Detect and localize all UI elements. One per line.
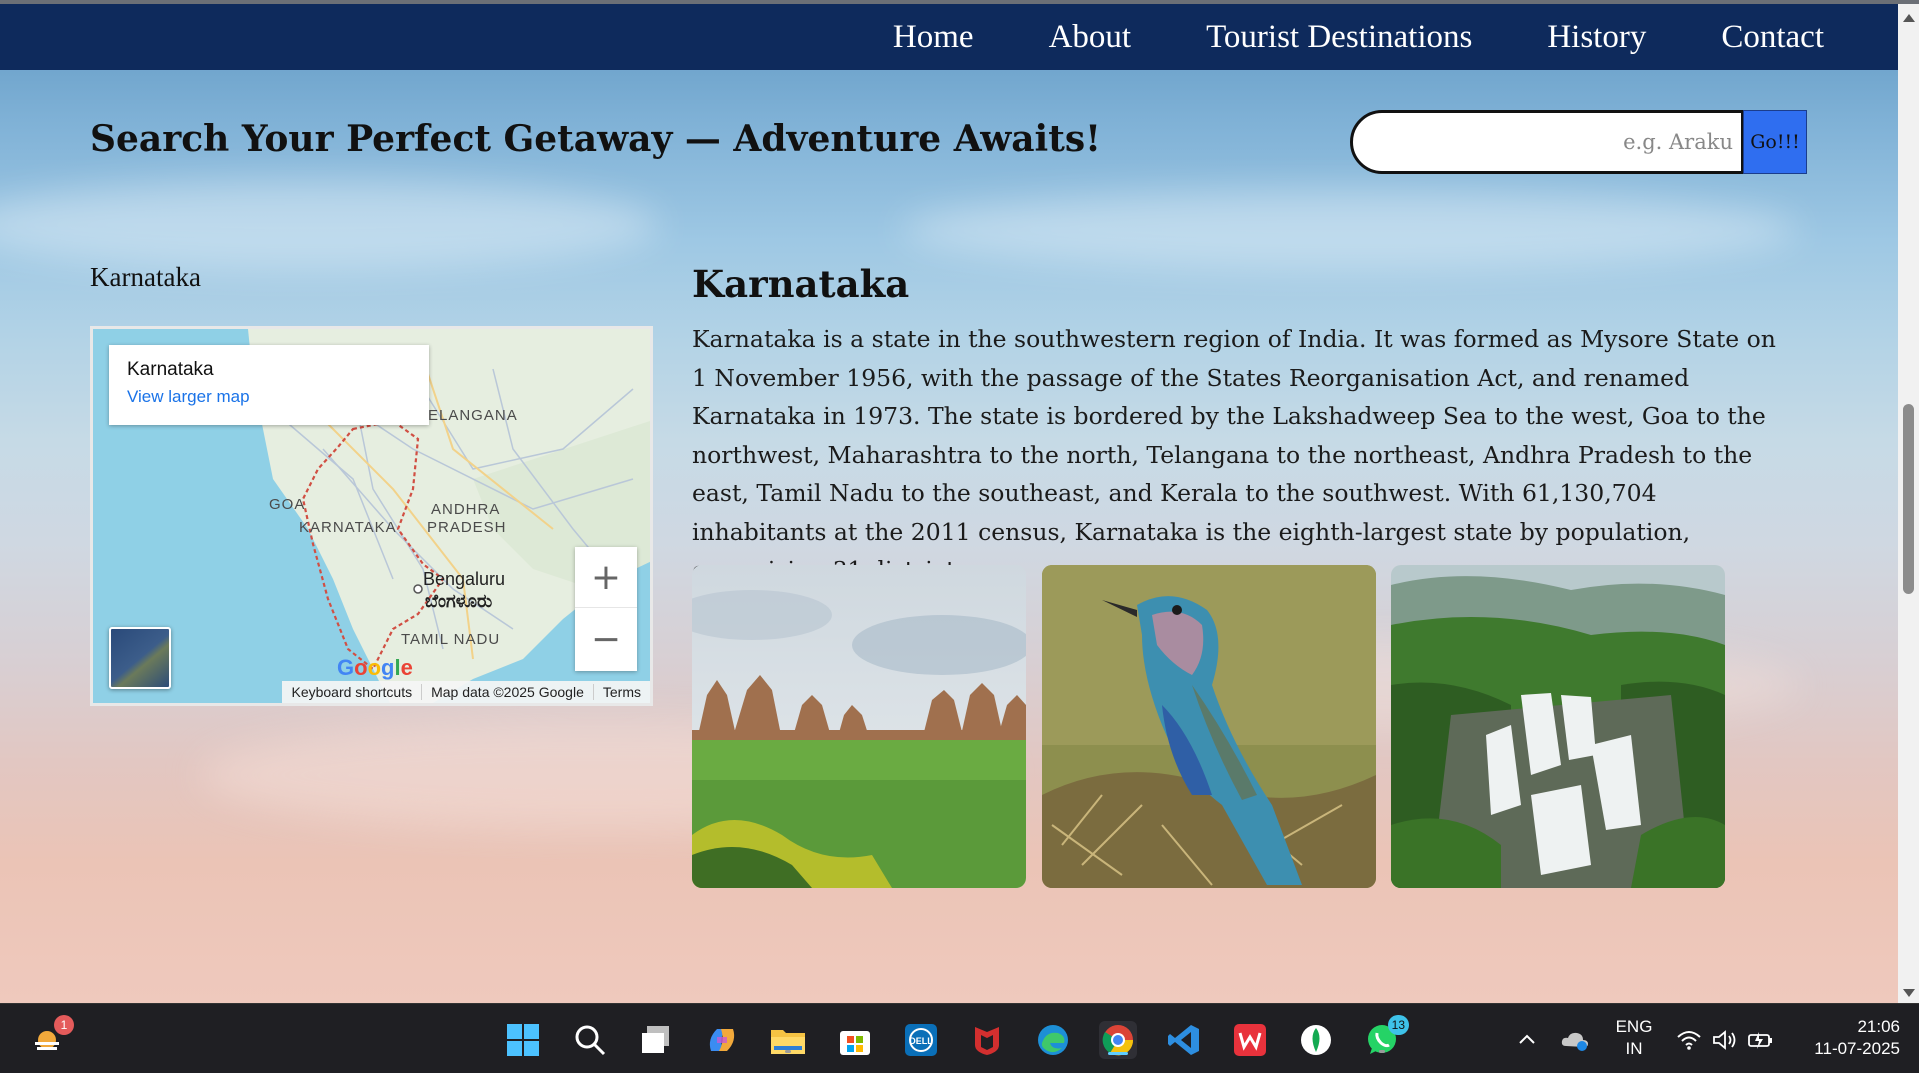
browser-viewport: Home About Tourist Destinations History …: [0, 0, 1919, 1003]
copilot-icon[interactable]: [703, 1021, 741, 1059]
page-scrollbar[interactable]: [1898, 4, 1919, 1003]
language-indicator[interactable]: ENG IN: [1612, 1016, 1656, 1060]
battery-charging-icon[interactable]: [1742, 1021, 1780, 1059]
temples-photo: [692, 565, 1026, 888]
map-label-tamil-nadu: TAMIL NADU: [401, 631, 501, 648]
content-paragraph: Karnataka is a state in the southwestern…: [692, 325, 1776, 584]
clock-date: 11-07-2025: [1814, 1039, 1900, 1058]
terms-link[interactable]: Terms: [592, 684, 650, 700]
scroll-down-arrow-icon[interactable]: [1903, 989, 1915, 997]
wifi-icon[interactable]: [1670, 1021, 1708, 1059]
vscode-icon[interactable]: [1165, 1021, 1203, 1059]
language-line1: ENG: [1615, 1017, 1653, 1036]
map-label-bengaluru-kannada: ಬೆಂಗಳೂರು: [425, 591, 493, 611]
map-info-card: Karnataka View larger map: [109, 345, 429, 425]
task-view-icon[interactable]: [637, 1021, 675, 1059]
map-label-goa: GOA: [269, 496, 306, 513]
waterfall-photo: [1391, 565, 1725, 888]
volume-icon[interactable]: [1706, 1021, 1744, 1059]
indian-roller-bird-photo: [1042, 565, 1376, 888]
search-input[interactable]: [1350, 110, 1744, 174]
nav-tourist-destinations[interactable]: Tourist Destinations: [1206, 19, 1472, 56]
running-indicator: [785, 1050, 791, 1053]
microsoft-store-icon[interactable]: [836, 1021, 874, 1059]
language-line2: IN: [1625, 1039, 1643, 1058]
windows-start-icon[interactable]: [504, 1021, 542, 1059]
nav-list: Home About Tourist Destinations History …: [818, 4, 1824, 70]
nav-about[interactable]: About: [1049, 19, 1132, 56]
svg-text:DELL: DELL: [909, 1036, 933, 1046]
cloud-decoration: [900, 190, 1800, 270]
zoom-out-button[interactable]: −: [575, 609, 637, 670]
cloud-decoration: [0, 180, 660, 270]
edge-icon[interactable]: [1034, 1021, 1072, 1059]
running-indicator: [1379, 1050, 1385, 1053]
google-logo: Google: [337, 655, 413, 680]
widgets-badge: 1: [54, 1015, 74, 1035]
system-clock[interactable]: 21:06 11-07-2025: [1790, 1016, 1900, 1060]
embedded-map[interactable]: Karnataka View larger map ELANGANA GOA K…: [90, 326, 653, 706]
whatsapp-badge: 13: [1387, 1015, 1409, 1035]
view-larger-map-link[interactable]: View larger map: [127, 387, 411, 407]
mongodb-compass-icon[interactable]: [1297, 1021, 1335, 1059]
map-label-bengaluru: Bengaluru: [423, 569, 506, 589]
nav-history[interactable]: History: [1547, 19, 1646, 56]
map-label-karnataka: KARNATAKA: [299, 519, 397, 536]
search-heading: Search Your Perfect Getaway — Adventure …: [90, 118, 1101, 160]
whatsapp-icon[interactable]: 13: [1363, 1015, 1409, 1059]
windows-taskbar: 1 DELL 13 ENG IN 21:06 11-07-2025: [0, 1003, 1919, 1073]
nav-home[interactable]: Home: [893, 19, 974, 56]
wps-office-icon[interactable]: [1231, 1021, 1269, 1059]
map-label-andhra-pradesh-line2: PRADESH: [427, 519, 507, 536]
map-section-title: Karnataka: [90, 262, 201, 292]
nav-contact[interactable]: Contact: [1721, 19, 1824, 56]
map-card-title: Karnataka: [127, 359, 214, 380]
clock-time: 21:06: [1857, 1017, 1900, 1036]
scrollbar-thumb[interactable]: [1903, 404, 1914, 594]
satellite-toggle-thumbnail[interactable]: [109, 627, 171, 689]
widgets-weather-icon[interactable]: 1: [28, 1015, 74, 1059]
map-zoom-controls: + −: [575, 547, 637, 671]
scroll-up-arrow-icon[interactable]: [1903, 14, 1915, 22]
chrome-icon[interactable]: [1099, 1021, 1137, 1059]
go-button[interactable]: Go!!!: [1743, 110, 1807, 174]
search-icon[interactable]: [571, 1021, 609, 1059]
map-label-telangana: ELANGANA: [428, 407, 518, 424]
keyboard-shortcuts-link[interactable]: Keyboard shortcuts: [282, 684, 421, 700]
map-label-andhra-pradesh-line1: ANDHRA: [431, 501, 501, 518]
mcafee-icon[interactable]: [968, 1021, 1006, 1059]
show-hidden-icons-chevron-icon[interactable]: [1508, 1021, 1546, 1059]
zoom-in-button[interactable]: +: [575, 547, 637, 608]
map-attribution-bar: Keyboard shortcuts Map data ©2025 Google…: [282, 681, 650, 703]
active-app-indicator: [1108, 1052, 1128, 1055]
dell-icon[interactable]: DELL: [902, 1021, 940, 1059]
file-explorer-icon[interactable]: [769, 1021, 807, 1059]
map-data-attribution: Map data ©2025 Google: [421, 684, 593, 700]
onedrive-icon[interactable]: [1556, 1021, 1594, 1059]
content-heading: Karnataka: [692, 262, 910, 306]
top-navigation: Home About Tourist Destinations History …: [0, 4, 1898, 70]
